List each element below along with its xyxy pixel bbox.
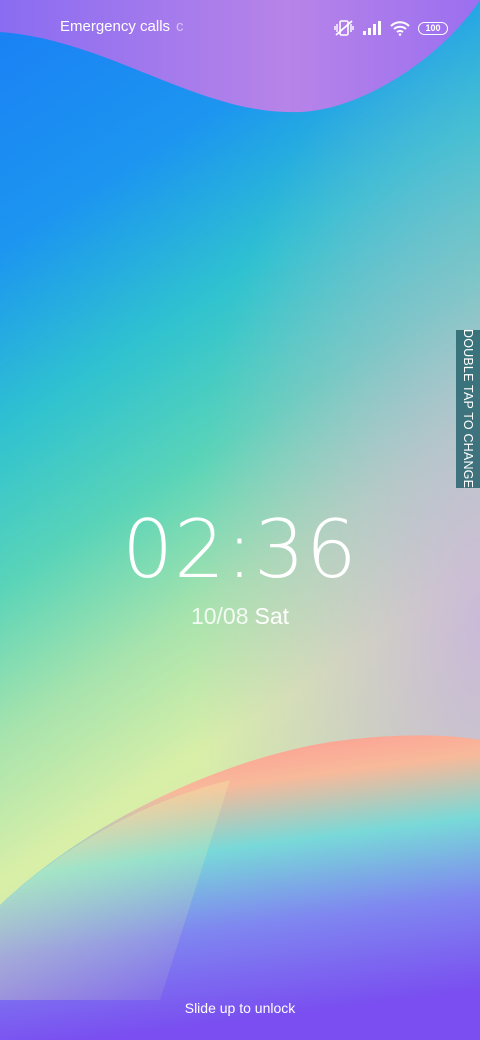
vibrate-off-icon [334,19,354,37]
lockscreen-date: 10/08 Sat [0,603,480,630]
battery-level: 100 [425,22,441,33]
battery-icon: 100 [418,21,448,35]
wifi-icon [390,20,410,36]
carrier-fade-text: c [176,18,184,35]
date-text: 10/08 [190,603,249,629]
status-bar: Emergency calls c 100 [0,0,480,56]
double-tap-change-tab[interactable]: DOUBLE TAP TO CHANGE [456,329,480,489]
status-icons: 100 [334,18,448,38]
day-text: Sat [254,603,290,629]
signal-icon [362,20,382,36]
side-tab-label: DOUBLE TAP TO CHANGE [461,329,475,489]
emergency-calls-label[interactable]: Emergency calls [60,18,170,35]
slide-up-hint[interactable]: Slide up to unlock [0,1000,480,1016]
lockscreen-clock: 02:36 [122,503,358,596]
